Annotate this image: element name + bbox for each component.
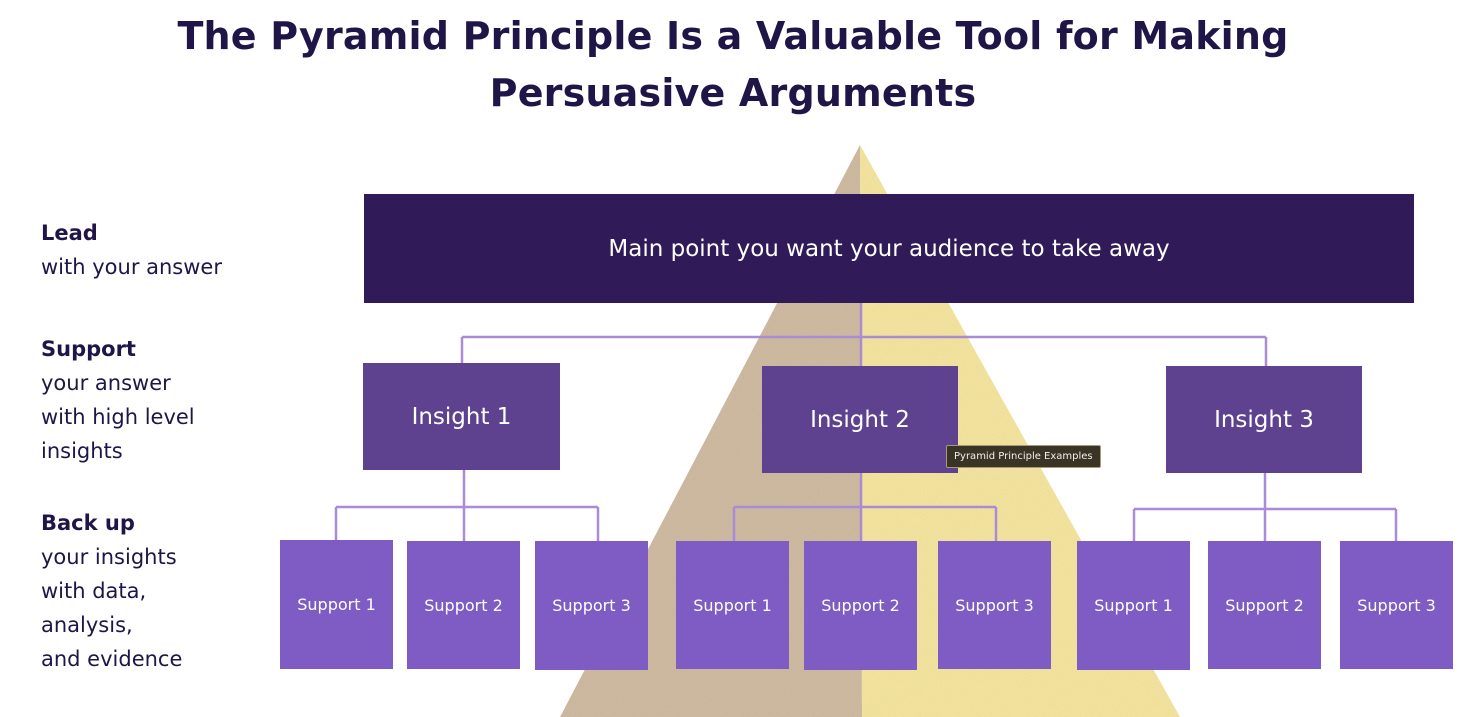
level-backup-text: your insights with data, analysis, and e… xyxy=(41,545,183,671)
level-lead: Lead with your answer xyxy=(41,216,222,284)
insight-3-box: Insight 3 xyxy=(1166,366,1362,473)
insight-1-support-1: Support 1 xyxy=(280,540,393,669)
insight-1-box: Insight 1 xyxy=(363,363,560,470)
insight-2-support-1: Support 1 xyxy=(676,541,789,669)
insight-3-support-1: Support 1 xyxy=(1077,541,1190,670)
level-lead-text: with your answer xyxy=(41,255,222,279)
level-backup-heading: Back up xyxy=(41,511,135,535)
insight-2-support-3: Support 3 xyxy=(938,541,1051,669)
insight-3-support-3: Support 3 xyxy=(1340,541,1453,669)
insight-2-box: Insight 2 xyxy=(762,366,958,473)
hover-tooltip: Pyramid Principle Examples xyxy=(946,445,1101,468)
level-backup: Back up your insights with data, analysi… xyxy=(41,506,182,676)
level-lead-heading: Lead xyxy=(41,221,98,245)
insight-1-support-2: Support 2 xyxy=(407,541,520,669)
insight-3-support-2: Support 2 xyxy=(1208,541,1321,669)
insight-2-support-2: Support 2 xyxy=(804,541,917,670)
level-support-text: your answer with high level insights xyxy=(41,371,195,463)
insight-1-support-3: Support 3 xyxy=(535,541,648,670)
main-point-box: Main point you want your audience to tak… xyxy=(364,194,1414,303)
level-support: Support your answer with high level insi… xyxy=(41,332,195,468)
level-support-heading: Support xyxy=(41,337,136,361)
